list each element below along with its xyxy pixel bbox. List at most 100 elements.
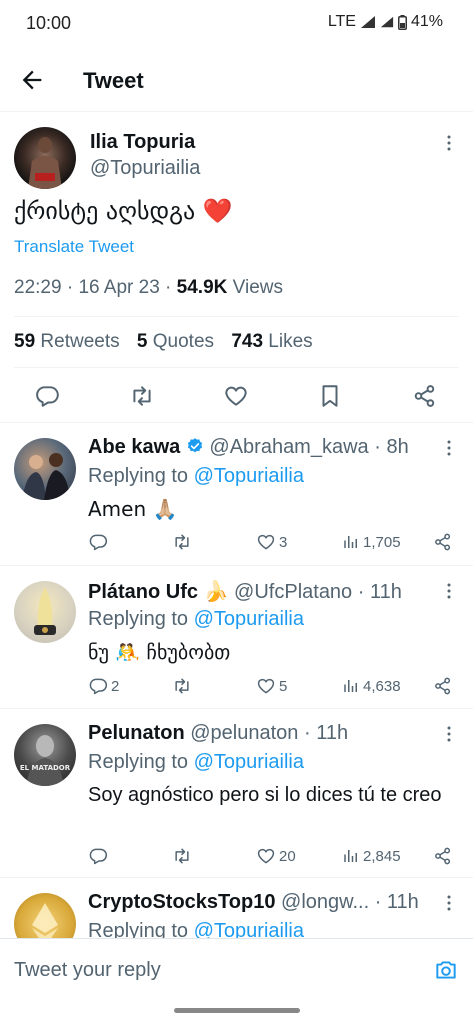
tweet-time: 22:29 xyxy=(14,277,62,298)
reply-header: Pelunaton @pelunaton · 11h xyxy=(88,722,349,744)
replying-to: Replying to @Topuriailia xyxy=(88,608,304,631)
reply-text: ნუ 🤼 ჩხუბობთ xyxy=(88,640,231,664)
status-bar: 10:00 LTE 41% xyxy=(0,0,473,48)
reply-like-action[interactable]: 5 xyxy=(256,674,287,698)
like-icon[interactable] xyxy=(223,383,249,409)
retweet-icon xyxy=(175,848,189,864)
reply-author-name[interactable]: CryptoStocksTop10 xyxy=(88,891,275,913)
author-name[interactable]: Ilia Topuria xyxy=(90,131,195,154)
home-indicator[interactable] xyxy=(174,1008,300,1013)
reply-author-handle[interactable]: @UfcPlatano xyxy=(234,581,352,603)
reply-author-handle[interactable]: @Abraham_kawa xyxy=(209,436,368,458)
author-avatar[interactable] xyxy=(14,127,76,189)
reply-retweet-action[interactable] xyxy=(172,844,195,868)
reply-input[interactable]: Tweet your reply xyxy=(14,959,161,982)
bookmark-icon[interactable] xyxy=(317,383,343,409)
likes-stat[interactable]: 743 Likes xyxy=(231,331,312,352)
more-options-icon[interactable] xyxy=(439,438,459,458)
reply-author-name[interactable]: Plátano Ufc 🍌 xyxy=(88,581,228,603)
network-label: LTE xyxy=(327,13,356,30)
camera-icon[interactable] xyxy=(433,957,459,983)
like-count: 20 xyxy=(279,847,296,865)
reply-text: Amen 🙏🏼 xyxy=(88,497,178,521)
more-options-icon[interactable] xyxy=(439,581,459,601)
likes-count: 743 xyxy=(231,331,264,352)
back-arrow-icon[interactable] xyxy=(18,66,46,94)
battery-icon xyxy=(397,14,407,30)
replying-to-handle[interactable]: @Topuriailia xyxy=(194,751,304,773)
more-options-icon[interactable] xyxy=(439,893,459,913)
more-options-icon[interactable] xyxy=(439,724,459,744)
reply-views-action[interactable]: 2,845 xyxy=(342,844,401,868)
reply-retweet-action[interactable] xyxy=(172,674,195,698)
likes-label: Likes xyxy=(268,331,313,352)
retweet-icon[interactable] xyxy=(129,383,155,409)
ethereum-coin-icon xyxy=(32,903,58,939)
replying-to: Replying to @Topuriailia xyxy=(88,920,304,939)
replying-prefix: Replying to xyxy=(88,465,189,487)
share-icon[interactable] xyxy=(412,383,438,409)
reply-avatar[interactable] xyxy=(14,438,76,500)
reply-avatar[interactable]: EL MATADOR xyxy=(14,724,76,786)
translate-link[interactable]: Translate Tweet xyxy=(14,237,134,257)
reply-retweet-action[interactable] xyxy=(172,530,195,554)
reply-author-name[interactable]: Abe kawa xyxy=(88,436,180,458)
reply-comment-action[interactable] xyxy=(88,530,111,554)
author-handle[interactable]: @Topuriailia xyxy=(90,157,200,180)
reply-icon[interactable] xyxy=(34,383,60,409)
reply-author-handle[interactable]: @pelunaton xyxy=(190,722,298,744)
replying-to-handle[interactable]: @Topuriailia xyxy=(194,608,304,630)
reply-views-action[interactable]: 4,638 xyxy=(342,674,401,698)
share-icon[interactable] xyxy=(433,846,453,866)
reply-header: Plátano Ufc 🍌 @UfcPlatano · 11h xyxy=(88,581,402,603)
reply-like-action[interactable]: 20 xyxy=(256,844,296,868)
share-icon[interactable] xyxy=(433,676,453,696)
replying-to-handle[interactable]: @Topuriailia xyxy=(194,465,304,487)
quotes-stat[interactable]: 5 Quotes xyxy=(137,331,214,352)
like-icon xyxy=(257,848,275,864)
reply-author-handle[interactable]: @longw... xyxy=(281,891,369,913)
reply-age: 11h xyxy=(386,891,419,913)
reply-actions: 20 2,845 xyxy=(88,844,453,868)
retweet-icon xyxy=(175,678,189,694)
more-options-icon[interactable] xyxy=(439,133,459,153)
battery-label: 41% xyxy=(410,13,443,30)
reply-comment-action[interactable] xyxy=(88,844,111,868)
reply-item[interactable]: Plátano Ufc 🍌 @UfcPlatano · 11h Replying… xyxy=(0,567,473,709)
share-icon[interactable] xyxy=(433,532,453,552)
reply-item[interactable]: Abe kawa @Abraham_kawa · 8h Replying to … xyxy=(0,424,473,566)
reply-actions: 3 1,705 xyxy=(88,530,453,554)
views-chart-icon xyxy=(344,680,357,692)
reply-age: 11h xyxy=(316,722,349,744)
banana-mascot-icon xyxy=(34,587,56,635)
main-tweet: Ilia Topuria @Topuriailia ქრისტე აღსდგა … xyxy=(0,113,473,423)
reply-item[interactable]: EL MATADOR Pelunaton @pelunaton · 11h Re… xyxy=(0,710,473,878)
reply-header: CryptoStocksTop10 @longw... · 11h xyxy=(88,891,419,913)
like-icon xyxy=(257,534,275,550)
views-chart-icon xyxy=(344,536,357,548)
divider xyxy=(14,316,459,317)
views-count: 2,845 xyxy=(363,847,401,865)
retweets-count: 59 xyxy=(14,331,36,352)
quotes-label: Quotes xyxy=(152,331,215,352)
like-icon xyxy=(257,678,275,694)
two-people-icon xyxy=(22,453,70,500)
replying-to-handle[interactable]: @Topuriailia xyxy=(194,920,304,939)
reply-like-action[interactable]: 3 xyxy=(256,530,287,554)
replying-prefix: Replying to xyxy=(88,751,189,773)
reply-avatar[interactable] xyxy=(14,581,76,643)
reply-comment-action[interactable]: 2 xyxy=(88,674,119,698)
reply-actions: 2 5 4,638 xyxy=(88,674,453,698)
replying-prefix: Replying to xyxy=(88,920,189,939)
reply-item[interactable]: CryptoStocksTop10 @longw... · 11h Replyi… xyxy=(0,879,473,939)
retweets-stat[interactable]: 59 Retweets xyxy=(14,331,120,352)
reply-icon xyxy=(89,678,108,695)
reply-age: 8h xyxy=(386,436,409,458)
reply-views-action[interactable]: 1,705 xyxy=(342,530,401,554)
reply-age: 11h xyxy=(369,581,402,603)
comment-count: 2 xyxy=(111,677,120,695)
reply-text: Soy agnóstico pero si lo dices tú te cre… xyxy=(88,784,442,806)
reply-avatar[interactable] xyxy=(14,893,76,939)
avatar-caption: EL MATADOR xyxy=(20,764,71,772)
reply-author-name[interactable]: Pelunaton xyxy=(88,722,185,744)
